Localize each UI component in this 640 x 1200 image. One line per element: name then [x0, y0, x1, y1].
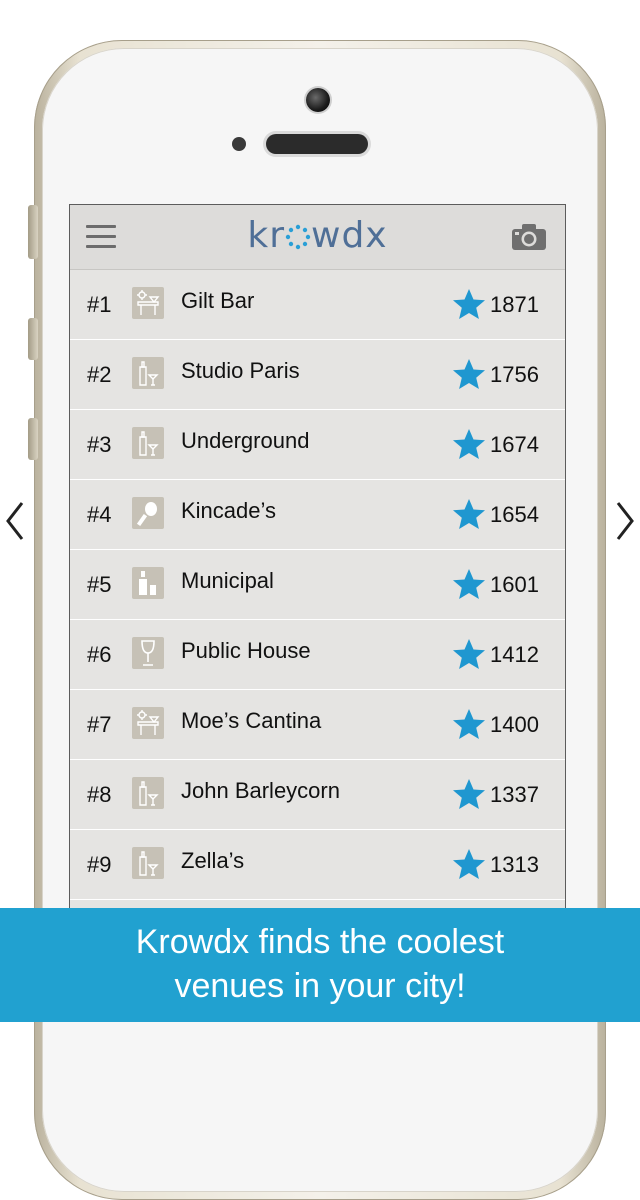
app-header: kr wdx [70, 205, 565, 270]
chevron-left-icon[interactable] [4, 500, 26, 542]
star-icon [452, 428, 486, 460]
venue-score: 1313 [490, 852, 539, 877]
venue-rank: #1 [87, 292, 112, 317]
venue-name: Studio Paris [181, 358, 300, 383]
venue-row[interactable]: #7 Moe’s Cantina 1400 [70, 690, 565, 760]
star-icon [452, 568, 486, 600]
venue-rank: #2 [87, 362, 112, 387]
phone-volume-up [28, 318, 38, 360]
cocktail-bar-icon [132, 777, 164, 809]
venue-row[interactable]: #5 Municipal 1601 [70, 550, 565, 620]
star-icon [452, 778, 486, 810]
bottle-icon [132, 567, 164, 599]
venue-name: Gilt Bar [181, 288, 255, 313]
venue-name: John Barleycorn [181, 778, 340, 803]
venue-name: Underground [181, 428, 310, 453]
venue-rank: #9 [87, 852, 112, 877]
phone-volume-down [28, 418, 38, 460]
banner-line-2: venues in your city! [174, 967, 466, 1005]
venue-rank: #6 [87, 642, 112, 667]
venue-row[interactable]: #8 John Barleycorn 1337 [70, 760, 565, 830]
front-camera [306, 88, 330, 112]
cocktail-bar-icon [132, 357, 164, 389]
banner-line-1: Krowdx finds the coolest [135, 923, 505, 961]
venue-list: #1 Gilt Bar 1871 #2 Studio Paris 1756 #3 Underg… [70, 270, 565, 900]
phone-mute-switch [28, 205, 38, 259]
camera-icon[interactable] [511, 223, 547, 251]
venue-row[interactable]: #1 Gilt Bar 1871 [70, 270, 565, 340]
venue-row[interactable]: #9 Zella’s 1313 [70, 830, 565, 900]
lounge-icon [132, 707, 164, 739]
star-icon [452, 708, 486, 740]
venue-row[interactable]: #6 Public House 1412 [70, 620, 565, 690]
venue-score: 1400 [490, 712, 539, 737]
star-icon [452, 358, 486, 390]
app-logo: kr wdx [247, 215, 388, 256]
promo-banner: Krowdx finds the coolest venues in your … [0, 908, 640, 1022]
venue-name: Public House [181, 638, 311, 663]
venue-row[interactable]: #2 Studio Paris 1756 [70, 340, 565, 410]
venue-score: 1601 [490, 572, 539, 597]
app-screen: kr wdx #1 Gilt Bar 1871 #2 Studio Paris 1756 #… [69, 204, 566, 966]
venue-rank: #4 [87, 502, 112, 527]
cocktail-bar-icon [132, 847, 164, 879]
venue-name: Moe’s Cantina [181, 708, 322, 733]
star-icon [452, 848, 486, 880]
star-icon [452, 288, 486, 320]
cocktail-bar-icon [132, 427, 164, 459]
venue-score: 1654 [490, 502, 539, 527]
venue-score: 1871 [490, 292, 539, 317]
venue-row[interactable]: #3 Underground 1674 [70, 410, 565, 480]
venue-score: 1337 [490, 782, 539, 807]
venue-score: 1412 [490, 642, 539, 667]
venue-rank: #5 [87, 572, 112, 597]
star-icon [452, 638, 486, 670]
lounge-icon [132, 287, 164, 319]
venue-rank: #3 [87, 432, 112, 457]
venue-row[interactable]: #4 Kincade’s 1654 [70, 480, 565, 550]
venue-name: Kincade’s [181, 498, 276, 523]
chevron-right-icon[interactable] [614, 500, 636, 542]
wine-glass-icon [132, 637, 164, 669]
venue-rank: #8 [87, 782, 112, 807]
venue-score: 1756 [490, 362, 539, 387]
sports-bar-icon [132, 497, 164, 529]
venue-name: Municipal [181, 568, 274, 593]
venue-rank: #7 [87, 712, 112, 737]
proximity-sensor [232, 137, 246, 151]
venue-score: 1674 [490, 432, 539, 457]
earpiece-speaker [266, 134, 368, 154]
star-icon [452, 498, 486, 530]
venue-name: Zella’s [181, 848, 245, 873]
